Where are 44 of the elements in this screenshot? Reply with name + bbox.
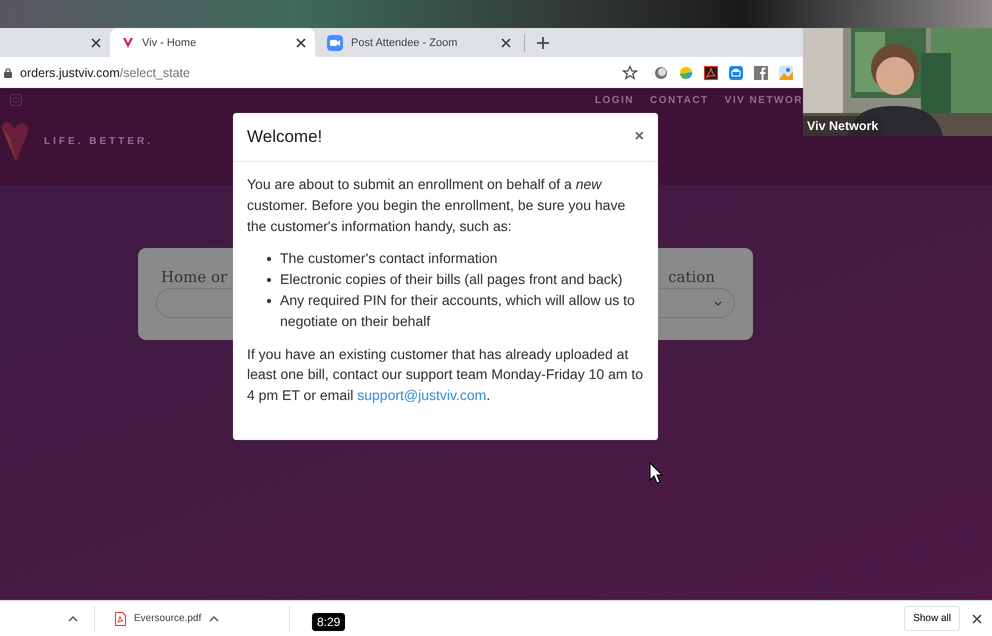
input-field[interactable] xyxy=(156,288,232,318)
browser-tab[interactable]: Post Attendee - Zoom xyxy=(315,28,520,57)
nav-link[interactable]: CONTACT xyxy=(650,95,709,106)
pdf-icon[interactable] xyxy=(704,66,718,80)
chevron-down-icon xyxy=(714,300,722,306)
nav-link[interactable]: LOGIN xyxy=(594,95,634,106)
bullet-icon xyxy=(267,278,271,282)
sphere-icon[interactable] xyxy=(654,66,668,80)
new-tab-icon[interactable] xyxy=(537,37,549,49)
download-item[interactable]: Eversource.pdf xyxy=(95,606,290,632)
cursor-icon xyxy=(649,462,663,484)
chevron-up-icon[interactable] xyxy=(68,616,78,622)
video-camera-icon xyxy=(327,34,343,50)
chevron-up-icon[interactable] xyxy=(209,616,220,622)
field-label: Home or xyxy=(160,268,228,286)
dialog-title: Welcome! xyxy=(247,127,322,147)
list-item: Electronic copies of their bills (all pages front and back) xyxy=(280,270,622,290)
intro-paragraph: You are about to submit an enrollment on behalf of a new customer. Before you begin the enrollment, be sure you have the customer's information handy, such as: xyxy=(247,175,626,236)
nav-link[interactable]: VIV NETWOR xyxy=(724,95,803,106)
list-item: The customer's contact information xyxy=(280,249,498,268)
show-all-button[interactable]: Show all xyxy=(904,606,960,631)
close-icon[interactable] xyxy=(500,36,512,48)
close-icon[interactable] xyxy=(295,36,307,48)
pdf-file-icon xyxy=(115,612,126,626)
url-text[interactable]: orders.justviv.com/select_state xyxy=(20,66,190,80)
list-item: Any required PIN for their accounts, which will allow us to negotiate on their behalf xyxy=(280,290,636,331)
site-tagline: LIFE. BETTER. xyxy=(44,136,153,146)
field-label: cation xyxy=(667,268,715,286)
close-icon[interactable] xyxy=(972,614,982,624)
photo-icon[interactable] xyxy=(779,66,793,80)
f-logo-icon[interactable] xyxy=(754,66,768,80)
v-logo-icon xyxy=(122,36,134,48)
select-field[interactable] xyxy=(659,288,735,318)
close-icon[interactable] xyxy=(90,36,102,48)
close-button[interactable]: × xyxy=(632,128,646,146)
printer-icon[interactable] xyxy=(729,66,743,80)
star-icon[interactable] xyxy=(622,64,638,80)
recording-time: 8:29 xyxy=(312,613,346,631)
bullet-icon xyxy=(267,298,271,303)
browser-tab[interactable]: Viv - Home xyxy=(110,28,315,57)
bullet-icon xyxy=(267,257,271,262)
support-paragraph: If you have an existing customer that has already uploaded at least one bill, contact our support team Monday-Friday 10 am to 4 pm ET or email support@justviv.com. xyxy=(247,344,644,406)
participant-name: Viv Network xyxy=(803,116,882,136)
lock-icon xyxy=(4,68,12,78)
